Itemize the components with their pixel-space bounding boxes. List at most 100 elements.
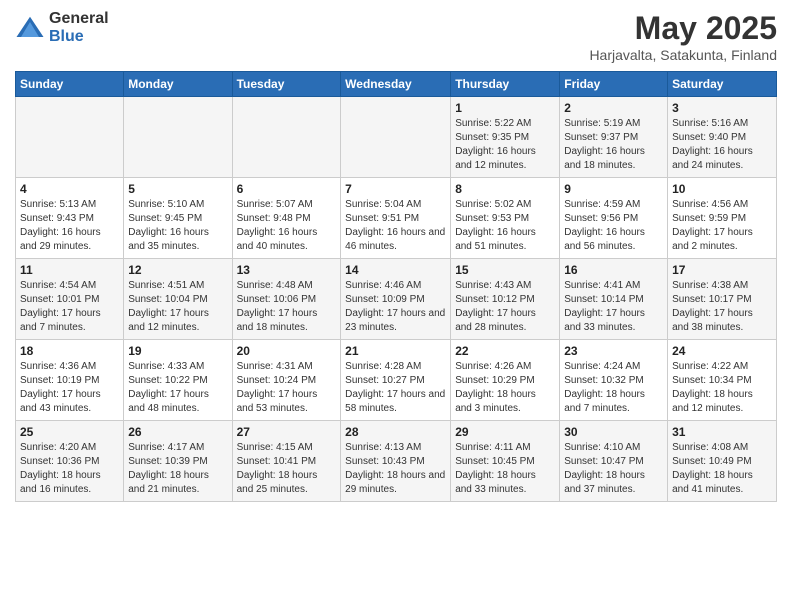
calendar-cell: 14Sunrise: 4:46 AMSunset: 10:09 PMDaylig… (341, 259, 451, 340)
day-info: Sunrise: 5:04 AMSunset: 9:51 PMDaylight:… (345, 198, 446, 254)
day-info: Sunrise: 4:08 AMSunset: 10:49 PMDaylight… (672, 441, 772, 497)
calendar-table: SundayMondayTuesdayWednesdayThursdayFrid… (15, 71, 777, 502)
day-number: 9 (564, 182, 663, 196)
calendar-cell (341, 97, 451, 178)
day-info: Sunrise: 4:28 AMSunset: 10:27 PMDaylight… (345, 360, 446, 416)
day-info: Sunrise: 4:17 AMSunset: 10:39 PMDaylight… (128, 441, 227, 497)
subtitle: Harjavalta, Satakunta, Finland (589, 47, 777, 63)
col-header-thursday: Thursday (451, 72, 560, 97)
calendar-cell: 24 Sunrise: 4:22 AMSunset: 10:34 PMDaylig… (668, 340, 777, 421)
calendar-cell (232, 97, 341, 178)
logo-icon (15, 13, 45, 43)
day-info: Sunrise: 5:02 AMSunset: 9:53 PMDaylight:… (455, 198, 555, 254)
calendar-cell: 27 Sunrise: 4:15 AMSunset: 10:41 PMDaylig… (232, 421, 341, 502)
day-number: 22 (455, 344, 555, 358)
col-header-wednesday: Wednesday (341, 72, 451, 97)
day-number: 21 (345, 344, 446, 358)
logo-text: General Blue (49, 10, 109, 45)
calendar-cell: 30Sunrise: 4:10 AMSunset: 10:47 PMDaylig… (560, 421, 668, 502)
day-number: 1 (455, 101, 555, 115)
calendar-cell: 15 Sunrise: 4:43 AMSunset: 10:12 PMDaylig… (451, 259, 560, 340)
day-number: 11 (20, 263, 119, 277)
day-number: 6 (237, 182, 337, 196)
logo-blue-text: Blue (49, 28, 109, 46)
day-number: 23 (564, 344, 663, 358)
calendar-week-row: 25 Sunrise: 4:20 AMSunset: 10:36 PMDaylig… (16, 421, 777, 502)
calendar-cell (124, 97, 232, 178)
calendar-cell: 4Sunrise: 5:13 AMSunset: 9:43 PMDaylight… (16, 178, 124, 259)
day-info: Sunrise: 4:56 AMSunset: 9:59 PMDaylight:… (672, 198, 772, 254)
day-info: Sunrise: 5:22 AMSunset: 9:35 PMDaylight:… (455, 117, 555, 173)
day-number: 19 (128, 344, 227, 358)
calendar-cell: 20 Sunrise: 4:31 AMSunset: 10:24 PMDaylig… (232, 340, 341, 421)
calendar-cell: 6 Sunrise: 5:07 AMSunset: 9:48 PMDaylight… (232, 178, 341, 259)
col-header-sunday: Sunday (16, 72, 124, 97)
calendar-cell: 29 Sunrise: 4:11 AMSunset: 10:45 PMDaylig… (451, 421, 560, 502)
day-number: 2 (564, 101, 663, 115)
calendar-cell: 18 Sunrise: 4:36 AMSunset: 10:19 PMDaylig… (16, 340, 124, 421)
day-info: Sunrise: 4:13 AMSunset: 10:43 PMDaylight… (345, 441, 446, 497)
calendar-cell (16, 97, 124, 178)
day-info: Sunrise: 5:16 AMSunset: 9:40 PMDaylight:… (672, 117, 772, 173)
calendar-header-row: SundayMondayTuesdayWednesdayThursdayFrid… (16, 72, 777, 97)
calendar-cell: 16Sunrise: 4:41 AMSunset: 10:14 PMDaylig… (560, 259, 668, 340)
day-number: 8 (455, 182, 555, 196)
calendar-cell: 8 Sunrise: 5:02 AMSunset: 9:53 PMDaylight… (451, 178, 560, 259)
calendar-cell: 22 Sunrise: 4:26 AMSunset: 10:29 PMDaylig… (451, 340, 560, 421)
col-header-friday: Friday (560, 72, 668, 97)
calendar-week-row: 18 Sunrise: 4:36 AMSunset: 10:19 PMDaylig… (16, 340, 777, 421)
day-number: 12 (128, 263, 227, 277)
calendar-cell: 13Sunrise: 4:48 AMSunset: 10:06 PMDaylig… (232, 259, 341, 340)
calendar-cell: 26 Sunrise: 4:17 AMSunset: 10:39 PMDaylig… (124, 421, 232, 502)
calendar-cell: 31 Sunrise: 4:08 AMSunset: 10:49 PMDaylig… (668, 421, 777, 502)
logo: General Blue (15, 10, 109, 45)
day-info: Sunrise: 4:20 AMSunset: 10:36 PMDaylight… (20, 441, 119, 497)
calendar-cell: 17 Sunrise: 4:38 AMSunset: 10:17 PMDaylig… (668, 259, 777, 340)
calendar-cell: 5 Sunrise: 5:10 AMSunset: 9:45 PMDaylight… (124, 178, 232, 259)
calendar-week-row: 4Sunrise: 5:13 AMSunset: 9:43 PMDaylight… (16, 178, 777, 259)
calendar-cell: 2Sunrise: 5:19 AMSunset: 9:37 PMDaylight… (560, 97, 668, 178)
day-number: 27 (237, 425, 337, 439)
day-number: 17 (672, 263, 772, 277)
day-info: Sunrise: 4:26 AMSunset: 10:29 PMDaylight… (455, 360, 555, 416)
calendar-cell: 9Sunrise: 4:59 AMSunset: 9:56 PMDaylight… (560, 178, 668, 259)
calendar-cell: 23Sunrise: 4:24 AMSunset: 10:32 PMDaylig… (560, 340, 668, 421)
day-info: Sunrise: 4:33 AMSunset: 10:22 PMDaylight… (128, 360, 227, 416)
day-number: 5 (128, 182, 227, 196)
calendar-cell: 21 Sunrise: 4:28 AMSunset: 10:27 PMDaylig… (341, 340, 451, 421)
calendar-cell: 3Sunrise: 5:16 AMSunset: 9:40 PMDaylight… (668, 97, 777, 178)
day-info: Sunrise: 4:11 AMSunset: 10:45 PMDaylight… (455, 441, 555, 497)
calendar-week-row: 11Sunrise: 4:54 AMSunset: 10:01 PMDaylig… (16, 259, 777, 340)
calendar-cell: 10 Sunrise: 4:56 AMSunset: 9:59 PMDayligh… (668, 178, 777, 259)
day-info: Sunrise: 4:43 AMSunset: 10:12 PMDaylight… (455, 279, 555, 335)
calendar-cell: 28 Sunrise: 4:13 AMSunset: 10:43 PMDaylig… (341, 421, 451, 502)
day-number: 13 (237, 263, 337, 277)
day-info: Sunrise: 4:38 AMSunset: 10:17 PMDaylight… (672, 279, 772, 335)
day-number: 15 (455, 263, 555, 277)
day-info: Sunrise: 4:51 AMSunset: 10:04 PMDaylight… (128, 279, 227, 335)
day-number: 20 (237, 344, 337, 358)
day-info: Sunrise: 4:15 AMSunset: 10:41 PMDaylight… (237, 441, 337, 497)
day-info: Sunrise: 4:10 AMSunset: 10:47 PMDaylight… (564, 441, 663, 497)
day-number: 18 (20, 344, 119, 358)
day-info: Sunrise: 4:36 AMSunset: 10:19 PMDaylight… (20, 360, 119, 416)
calendar-cell: 11Sunrise: 4:54 AMSunset: 10:01 PMDaylig… (16, 259, 124, 340)
day-number: 7 (345, 182, 446, 196)
day-info: Sunrise: 5:07 AMSunset: 9:48 PMDaylight:… (237, 198, 337, 254)
day-number: 10 (672, 182, 772, 196)
day-number: 24 (672, 344, 772, 358)
day-info: Sunrise: 4:41 AMSunset: 10:14 PMDaylight… (564, 279, 663, 335)
day-number: 26 (128, 425, 227, 439)
calendar-cell: 25 Sunrise: 4:20 AMSunset: 10:36 PMDaylig… (16, 421, 124, 502)
day-number: 31 (672, 425, 772, 439)
logo-general-text: General (49, 10, 109, 28)
day-number: 29 (455, 425, 555, 439)
day-number: 28 (345, 425, 446, 439)
calendar-cell: 19 Sunrise: 4:33 AMSunset: 10:22 PMDaylig… (124, 340, 232, 421)
title-block: May 2025 Harjavalta, Satakunta, Finland (589, 10, 777, 63)
day-number: 25 (20, 425, 119, 439)
day-info: Sunrise: 4:22 AMSunset: 10:34 PMDaylight… (672, 360, 772, 416)
day-info: Sunrise: 4:31 AMSunset: 10:24 PMDaylight… (237, 360, 337, 416)
day-number: 4 (20, 182, 119, 196)
day-info: Sunrise: 5:10 AMSunset: 9:45 PMDaylight:… (128, 198, 227, 254)
